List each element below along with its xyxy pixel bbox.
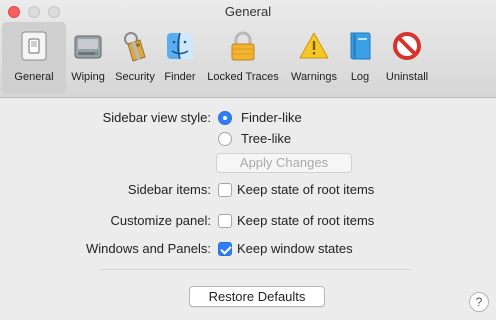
tab-warnings[interactable]: Warnings <box>286 22 342 94</box>
keychain-icon <box>124 32 146 62</box>
tab-uninstall[interactable]: Uninstall <box>378 22 436 94</box>
title-bar: General General Wiping Security Finder L… <box>0 0 496 98</box>
help-button[interactable]: ? <box>469 292 489 312</box>
tab-label: Wiping <box>71 71 105 83</box>
checkbox-label: Keep state of root items <box>237 213 375 228</box>
checkbox-unchecked[interactable] <box>218 182 232 197</box>
general-settings-panel: Sidebar view style: Finder-like Tree-lik… <box>0 98 496 320</box>
tab-label: General <box>14 71 54 83</box>
finder-like-radio[interactable]: Finder-like <box>218 110 302 125</box>
sidebar-items-keep-state-checkbox[interactable]: Keep state of root items <box>218 182 374 197</box>
tab-finder[interactable]: Finder <box>160 22 200 94</box>
tab-label: Finder <box>164 71 196 83</box>
radio-button-unselected[interactable] <box>218 131 232 146</box>
checkbox-label: Keep window states <box>237 241 353 256</box>
tab-label: Uninstall <box>385 71 429 83</box>
tab-general[interactable]: General <box>2 22 66 94</box>
tab-label: Log <box>350 71 370 83</box>
preferences-window: General General Wiping Security Finder L… <box>0 0 496 320</box>
tree-like-option-label: Tree-like <box>241 131 292 146</box>
checkbox-checked[interactable] <box>218 241 232 256</box>
tab-label: Security <box>115 71 155 83</box>
tab-log[interactable]: Log <box>342 22 378 94</box>
windows-and-panels-label: Windows and Panels: <box>85 241 211 256</box>
tab-locked-traces[interactable]: Locked Traces <box>200 22 286 94</box>
hard-drive-icon <box>74 35 102 59</box>
radio-button-selected[interactable] <box>218 110 232 125</box>
customize-panel-keep-state-checkbox[interactable]: Keep state of root items <box>218 213 374 228</box>
tab-label: Warnings <box>290 71 338 83</box>
padlock-icon <box>231 31 255 61</box>
restore-defaults-button[interactable]: Restore Defaults <box>189 286 325 307</box>
sidebar-items-label: Sidebar items: <box>127 182 211 197</box>
tree-like-radio[interactable]: Tree-like <box>218 131 291 146</box>
checkbox-unchecked[interactable] <box>218 213 232 228</box>
checkbox-label: Keep state of root items <box>237 182 375 197</box>
tab-label: Locked Traces <box>207 71 279 83</box>
customize-panel-label: Customize panel: <box>110 213 211 228</box>
window-title: General <box>224 4 272 19</box>
keep-window-states-checkbox[interactable]: Keep window states <box>218 241 353 256</box>
log-book-icon <box>350 32 371 60</box>
warning-icon <box>299 32 329 59</box>
separator-line <box>100 269 411 270</box>
finder-like-option-label: Finder-like <box>241 110 302 125</box>
tab-wiping[interactable]: Wiping <box>66 22 110 94</box>
general-switch-icon <box>21 31 47 61</box>
apply-changes-button[interactable]: Apply Changes <box>216 153 352 173</box>
prohibited-icon <box>393 32 421 60</box>
finder-icon <box>167 32 193 60</box>
tab-security[interactable]: Security <box>110 22 160 94</box>
sidebar-view-style-label: Sidebar view style: <box>102 110 211 125</box>
